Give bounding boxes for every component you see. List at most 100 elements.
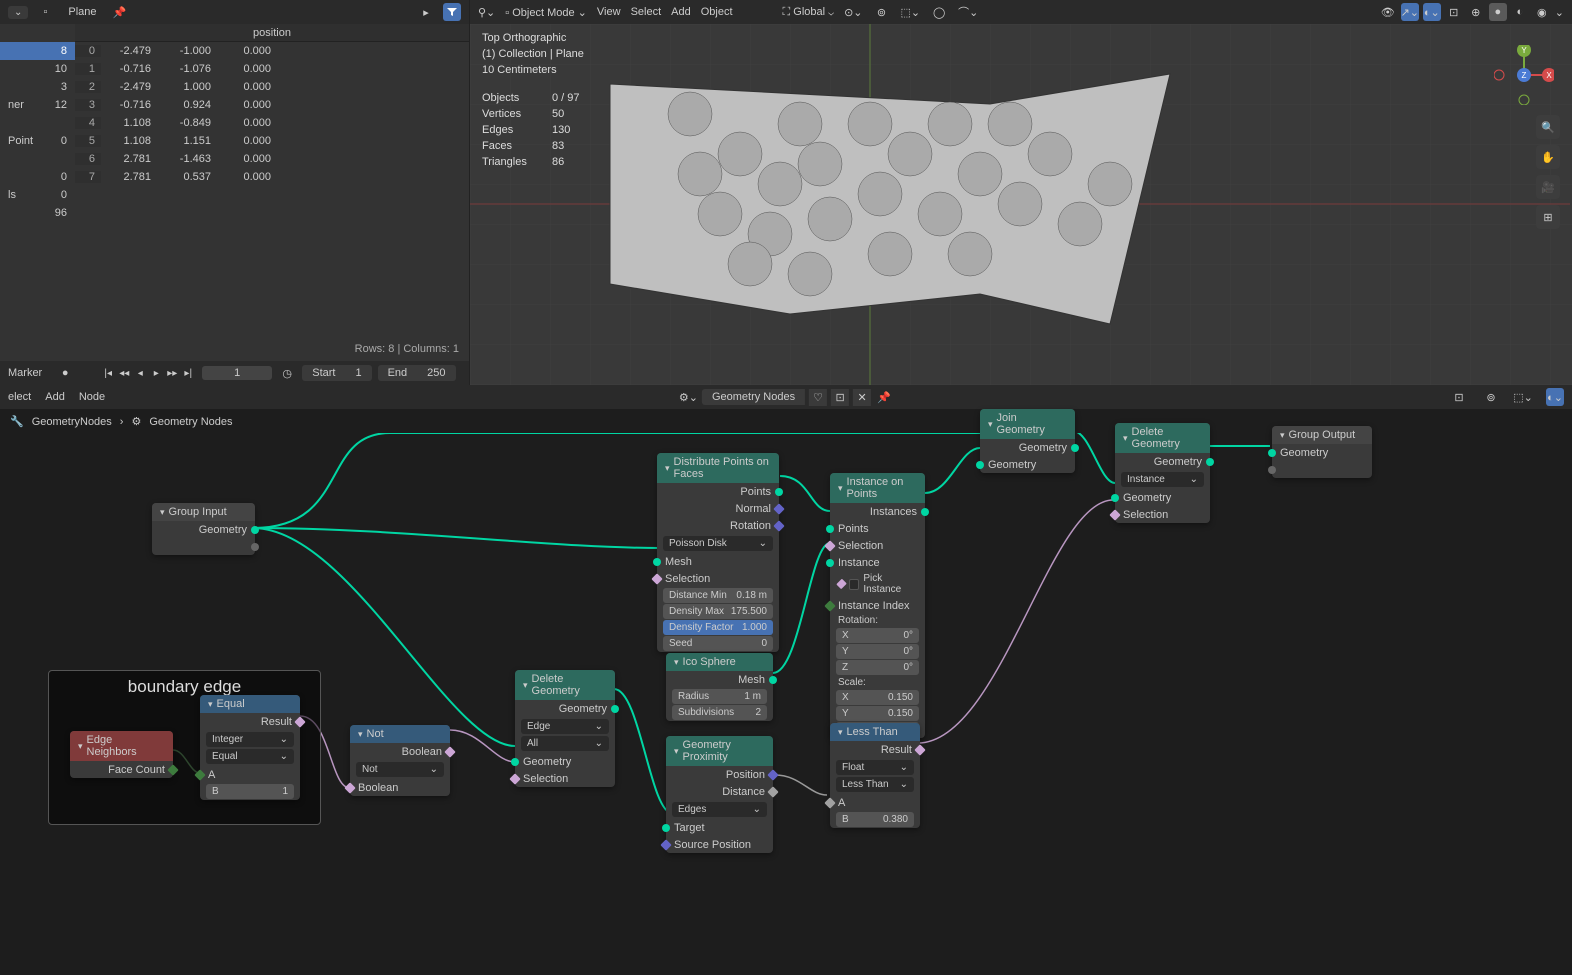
jump-end-button[interactable]: ▸| [180, 365, 196, 381]
instance-on-points-node[interactable]: Instance on Points Instances Points Sele… [830, 473, 925, 738]
camera-view-icon[interactable]: 🎥 [1536, 175, 1560, 199]
rotation-z-field[interactable]: Z0° [836, 660, 919, 675]
proportional-dropdown[interactable]: ⌒⌄ [958, 4, 978, 20]
seed-field[interactable]: Seed0 [663, 636, 773, 651]
node-menu[interactable]: Node [79, 391, 105, 403]
matprev-shading[interactable]: ◐ [1511, 3, 1529, 21]
domain-row[interactable]: ner12 [0, 96, 75, 114]
wireframe-shading[interactable]: ⊕ [1467, 3, 1485, 21]
table-row[interactable]: 51.1081.1510.000 [75, 132, 469, 150]
value-b-field[interactable]: B0.380 [836, 812, 914, 827]
edge-neighbors-node[interactable]: Edge Neighbors Face Count [70, 731, 173, 778]
density-max-field[interactable]: Density Max175.500 [663, 604, 773, 619]
pick-instance-checkbox[interactable] [849, 579, 859, 590]
geometry-node-editor[interactable]: elect Add Node ⚙⌄ Geometry Nodes ♡ ⊡ ✕ 📌… [0, 385, 1572, 975]
keyframe-prev-button[interactable]: ◂◂ [116, 365, 132, 381]
add-menu[interactable]: Add [45, 391, 65, 403]
fake-user-button[interactable]: ♡ [809, 389, 827, 406]
scale-y-field[interactable]: Y0.150 [836, 706, 919, 721]
rendered-shading[interactable]: ◉ [1533, 3, 1551, 21]
object-name[interactable]: Plane [62, 4, 102, 20]
domain-row[interactable]: Point0 [0, 132, 75, 150]
jump-start-button[interactable]: |◂ [100, 365, 116, 381]
group-input-node[interactable]: Group Input Geometry [152, 503, 255, 555]
delete-geometry-node[interactable]: Delete Geometry Geometry Edge All Geomet… [515, 670, 615, 787]
delete-geometry-node-2[interactable]: Delete Geometry Geometry Instance Geomet… [1115, 423, 1210, 523]
editor-type-dropdown[interactable]: ⚲⌄ [478, 6, 495, 19]
table-row[interactable]: 3-0.7160.9240.000 [75, 96, 469, 114]
current-frame[interactable]: 1 [202, 366, 272, 380]
snap-dropdown[interactable]: ⬚⌄ [901, 6, 921, 19]
radius-field[interactable]: Radius1 m [672, 689, 767, 704]
proportional-toggle[interactable]: ◯ [930, 3, 948, 21]
visibility-icon[interactable]: 👁 [1379, 3, 1397, 21]
pivot-dropdown[interactable]: ⊙⌄ [844, 6, 862, 19]
zoom-icon[interactable]: 🔍 [1536, 115, 1560, 139]
operation-dropdown[interactable]: Less Than [836, 777, 914, 792]
start-frame[interactable]: Start1 [302, 365, 371, 381]
domain-dropdown[interactable]: Instance [1121, 472, 1204, 487]
tree-type-dropdown[interactable]: ⚙⌄ [679, 391, 698, 404]
unlink-button[interactable]: ✕ [853, 389, 871, 406]
domain-row[interactable]: 0 [0, 168, 75, 186]
3d-viewport[interactable]: ⚲⌄ ▫ Object Mode ⌄ View Select Add Objec… [470, 0, 1572, 385]
select-menu[interactable]: Select [631, 6, 662, 18]
snap-toggle[interactable]: ⊚ [873, 3, 891, 21]
snap-icon[interactable]: ⊚ [1482, 388, 1500, 406]
overlay-toggle[interactable]: ◐⌄ [1423, 3, 1441, 21]
gizmo-toggle[interactable]: ↗⌄ [1401, 3, 1419, 21]
node-tree-name[interactable]: Geometry Nodes [702, 389, 805, 405]
rotation-x-field[interactable]: X0° [836, 628, 919, 643]
xray-toggle[interactable]: ⊡ [1445, 3, 1463, 21]
domain-row[interactable]: 10 [0, 60, 75, 78]
object-menu[interactable]: Object [701, 6, 733, 18]
domain-row[interactable]: ls0 [0, 186, 75, 204]
clock-icon[interactable]: ◷ [278, 364, 296, 382]
solid-shading[interactable]: ● [1489, 3, 1507, 21]
table-row[interactable]: 62.781-1.4630.000 [75, 150, 469, 168]
method-dropdown[interactable]: Poisson Disk [663, 536, 773, 551]
value-b-field[interactable]: B1 [206, 784, 294, 799]
domain-dropdown[interactable]: Edge [521, 719, 609, 734]
ico-sphere-node[interactable]: Ico Sphere Mesh Radius1 m Subdivisions2 [666, 653, 773, 721]
perspective-toggle-icon[interactable]: ⊞ [1536, 205, 1560, 229]
mode-dropdown[interactable]: All [521, 736, 609, 751]
column-header[interactable]: position [75, 24, 469, 42]
filter-toggle[interactable]: ▸ [417, 3, 435, 21]
geometry-proximity-node[interactable]: Geometry Proximity Position Distance Edg… [666, 736, 773, 853]
view-menu[interactable]: View [597, 6, 621, 18]
filter-icon[interactable] [443, 3, 461, 21]
table-row[interactable]: 0-2.479-1.0000.000 [75, 42, 469, 60]
keyframe-next-button[interactable]: ▸▸ [164, 365, 180, 381]
density-factor-field[interactable]: Density Factor1.000 [663, 620, 773, 635]
join-geometry-node[interactable]: Join Geometry Geometry Geometry [980, 409, 1075, 473]
table-row[interactable]: 1-0.716-1.0760.000 [75, 60, 469, 78]
editor-type-dropdown[interactable]: ⌄ [8, 6, 28, 19]
new-button[interactable]: ⊡ [831, 389, 849, 406]
orientation-dropdown[interactable]: ⛶ Global ⌄ [783, 6, 835, 19]
domain-row[interactable]: 8 [0, 42, 75, 60]
axis-gizmo[interactable]: X Y Z [1494, 45, 1554, 105]
end-frame[interactable]: End250 [378, 365, 456, 381]
play-reverse-button[interactable]: ◂ [132, 365, 148, 381]
subdivisions-field[interactable]: Subdivisions2 [672, 705, 767, 720]
table-row[interactable]: 41.108-0.8490.000 [75, 114, 469, 132]
table-row[interactable]: 2-2.4791.0000.000 [75, 78, 469, 96]
pan-icon[interactable]: ✋ [1536, 145, 1560, 169]
play-button[interactable]: ▸ [148, 365, 164, 381]
group-output-node[interactable]: Group Output Geometry [1272, 426, 1372, 478]
pin-icon[interactable]: 📌 [875, 388, 893, 406]
auto-key-icon[interactable]: ● [56, 364, 74, 382]
scale-x-field[interactable]: X0.150 [836, 690, 919, 705]
overlay-icon[interactable]: ◐⌄ [1546, 388, 1564, 406]
snap-mode-icon[interactable]: ⬚⌄ [1514, 388, 1532, 406]
shading-dropdown[interactable]: ⌄ [1555, 6, 1564, 19]
compare-less-than-node[interactable]: Less Than Result Float Less Than A B0.38… [830, 723, 920, 828]
domain-row[interactable] [0, 114, 75, 132]
boolean-not-node[interactable]: Not Boolean Not Boolean [350, 725, 450, 796]
viewport-canvas[interactable] [470, 24, 1572, 385]
parent-tree-icon[interactable]: ⊡ [1450, 388, 1468, 406]
target-element-dropdown[interactable]: Edges [672, 802, 767, 817]
operation-dropdown[interactable]: Not [356, 762, 444, 777]
distribute-points-node[interactable]: Distribute Points on Faces Points Normal… [657, 453, 779, 652]
